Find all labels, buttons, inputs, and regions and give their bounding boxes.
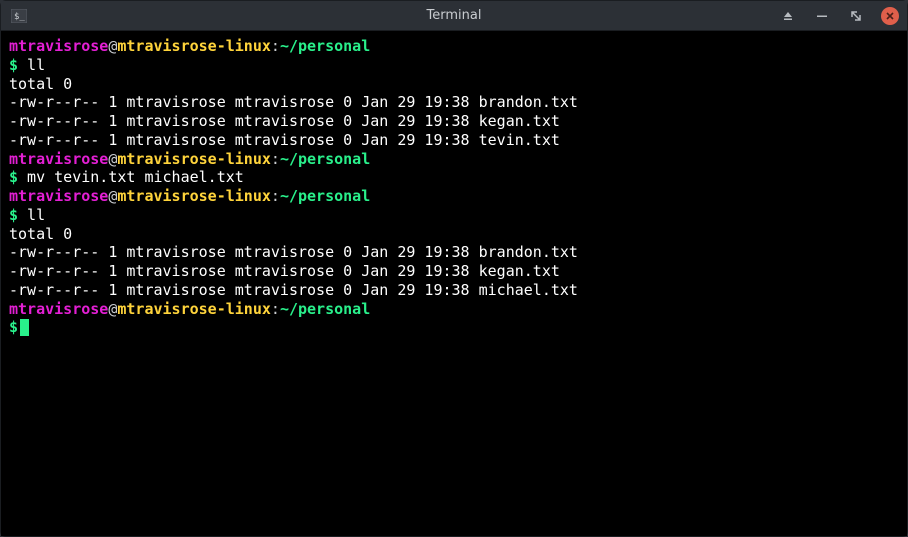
output-line: total 0 [9, 75, 899, 94]
prompt-host: mtravisrose-linux [117, 300, 271, 318]
eject-button[interactable] [779, 7, 797, 25]
prompt-line: mtravisrose@mtravisrose-linux:~/personal [9, 187, 899, 206]
prompt-path: ~/personal [280, 300, 370, 318]
output-line: -rw-r--r-- 1 mtravisrose mtravisrose 0 J… [9, 262, 899, 281]
terminal-window: $_ Terminal [0, 0, 908, 537]
prompt-symbol: $ [9, 56, 18, 74]
output-line: -rw-r--r-- 1 mtravisrose mtravisrose 0 J… [9, 93, 899, 112]
prompt-colon: : [271, 150, 280, 168]
prompt-path: ~/personal [280, 37, 370, 55]
prompt-path: ~/personal [280, 150, 370, 168]
minimize-button[interactable] [813, 7, 831, 25]
command-text: ll [18, 206, 45, 224]
prompt-symbol: $ [9, 206, 18, 224]
prompt-colon: : [271, 37, 280, 55]
output-line: total 0 [9, 225, 899, 244]
prompt-line: mtravisrose@mtravisrose-linux:~/personal [9, 150, 899, 169]
output-line: -rw-r--r-- 1 mtravisrose mtravisrose 0 J… [9, 131, 899, 150]
maximize-button[interactable] [847, 7, 865, 25]
window-controls [779, 7, 899, 25]
svg-text:$_: $_ [14, 12, 25, 22]
prompt-user: mtravisrose [9, 300, 108, 318]
prompt-host: mtravisrose-linux [117, 37, 271, 55]
window-title: Terminal [427, 8, 482, 23]
prompt-line: mtravisrose@mtravisrose-linux:~/personal [9, 37, 899, 56]
command-line: $ [9, 318, 899, 337]
close-button[interactable] [881, 7, 899, 25]
command-line: $ ll [9, 206, 899, 225]
prompt-line: mtravisrose@mtravisrose-linux:~/personal [9, 300, 899, 319]
prompt-path: ~/personal [280, 187, 370, 205]
prompt-symbol: $ [9, 318, 18, 336]
prompt-colon: : [271, 187, 280, 205]
prompt-user: mtravisrose [9, 150, 108, 168]
titlebar[interactable]: $_ Terminal [1, 1, 907, 31]
output-line: -rw-r--r-- 1 mtravisrose mtravisrose 0 J… [9, 281, 899, 300]
output-line: -rw-r--r-- 1 mtravisrose mtravisrose 0 J… [9, 112, 899, 131]
cursor [20, 319, 29, 336]
prompt-user: mtravisrose [9, 187, 108, 205]
terminal-body[interactable]: mtravisrose@mtravisrose-linux:~/personal… [1, 31, 907, 536]
command-text: ll [18, 56, 45, 74]
prompt-symbol: $ [9, 168, 18, 186]
command-line: $ ll [9, 56, 899, 75]
prompt-colon: : [271, 300, 280, 318]
prompt-host: mtravisrose-linux [117, 150, 271, 168]
command-text: mv tevin.txt michael.txt [18, 168, 244, 186]
command-line: $ mv tevin.txt michael.txt [9, 168, 899, 187]
prompt-host: mtravisrose-linux [117, 187, 271, 205]
terminal-icon: $_ [11, 8, 27, 24]
prompt-user: mtravisrose [9, 37, 108, 55]
output-line: -rw-r--r-- 1 mtravisrose mtravisrose 0 J… [9, 243, 899, 262]
